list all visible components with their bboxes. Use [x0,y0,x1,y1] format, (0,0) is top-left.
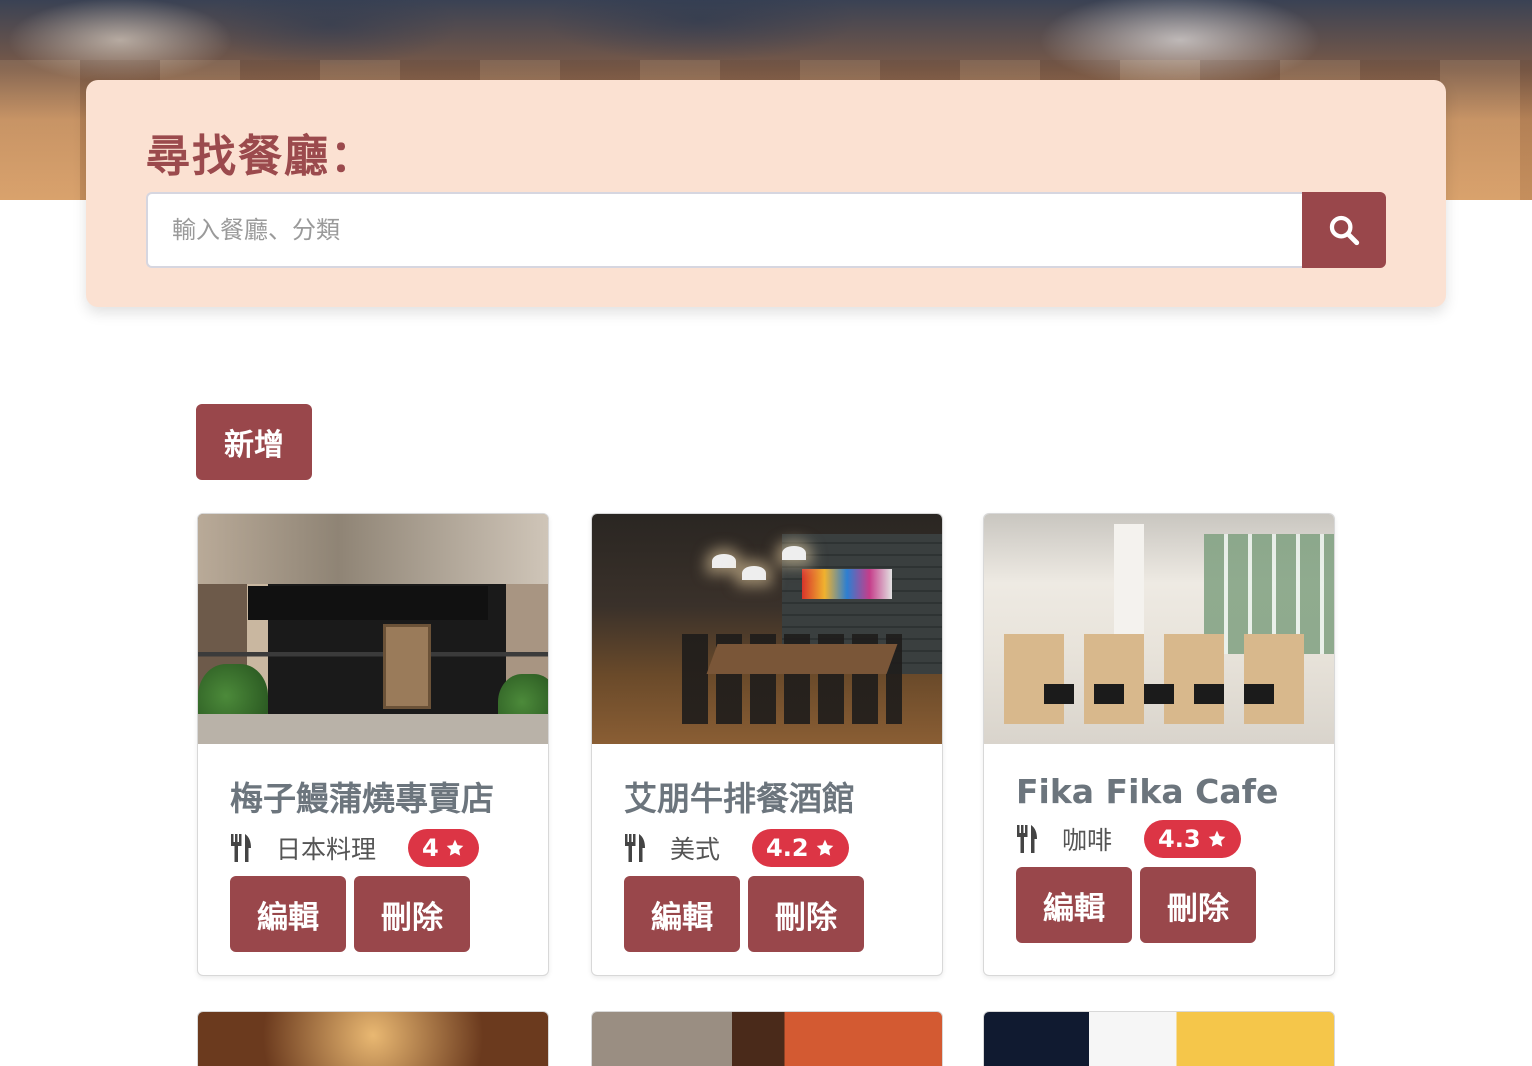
restaurant-category: 日本料理 [276,835,377,864]
restaurant-name[interactable]: 艾朋牛排餐酒館 [624,772,922,820]
rating-value: 4.3 [1158,825,1201,853]
rating-value: 4 [422,834,439,862]
restaurant-card: 梅子鰻蒲燒專賣店 日本料理 4 編輯 刪除 [197,513,549,976]
utensils-icon [625,834,645,862]
search-icon [1329,215,1360,246]
delete-button[interactable]: 刪除 [1140,867,1256,943]
restaurant-name[interactable]: Fika Fika Cafe [1016,772,1314,811]
edit-button[interactable]: 編輯 [624,876,740,952]
star-icon [446,839,464,856]
edit-button[interactable]: 編輯 [1016,867,1132,943]
restaurant-name[interactable]: 梅子鰻蒲燒專賣店 [230,772,528,820]
edit-button[interactable]: 編輯 [230,876,346,952]
star-icon [1208,830,1225,847]
restaurant-card: Fika Fika Cafe 咖啡 4.3 編輯 刪除 [983,513,1335,976]
delete-button[interactable]: 刪除 [354,876,470,952]
restaurant-photo[interactable] [592,514,942,744]
restaurant-category: 咖啡 [1062,826,1113,855]
search-input[interactable] [146,192,1303,268]
search-panel: 尋找餐廳： [86,80,1446,307]
star-icon [816,839,833,856]
utensils-icon [231,834,251,862]
rating-badge: 4 [408,829,479,867]
rating-badge: 4.2 [752,829,849,867]
restaurant-card-partial[interactable] [197,1011,549,1066]
restaurant-photo[interactable] [984,514,1334,744]
rating-badge: 4.3 [1144,820,1241,858]
restaurant-card: 艾朋牛排餐酒館 美式 4.2 編輯 刪除 [591,513,943,976]
restaurant-card-partial[interactable] [591,1011,943,1066]
restaurant-photo[interactable] [198,514,548,744]
utensils-icon [1017,825,1037,853]
restaurant-category: 美式 [670,835,721,864]
search-title: 尋找餐廳： [146,131,376,182]
add-restaurant-button[interactable]: 新增 [196,404,312,480]
search-button[interactable] [1302,192,1386,268]
rating-value: 4.2 [766,834,809,862]
delete-button[interactable]: 刪除 [748,876,864,952]
restaurant-card-partial[interactable] [983,1011,1335,1066]
